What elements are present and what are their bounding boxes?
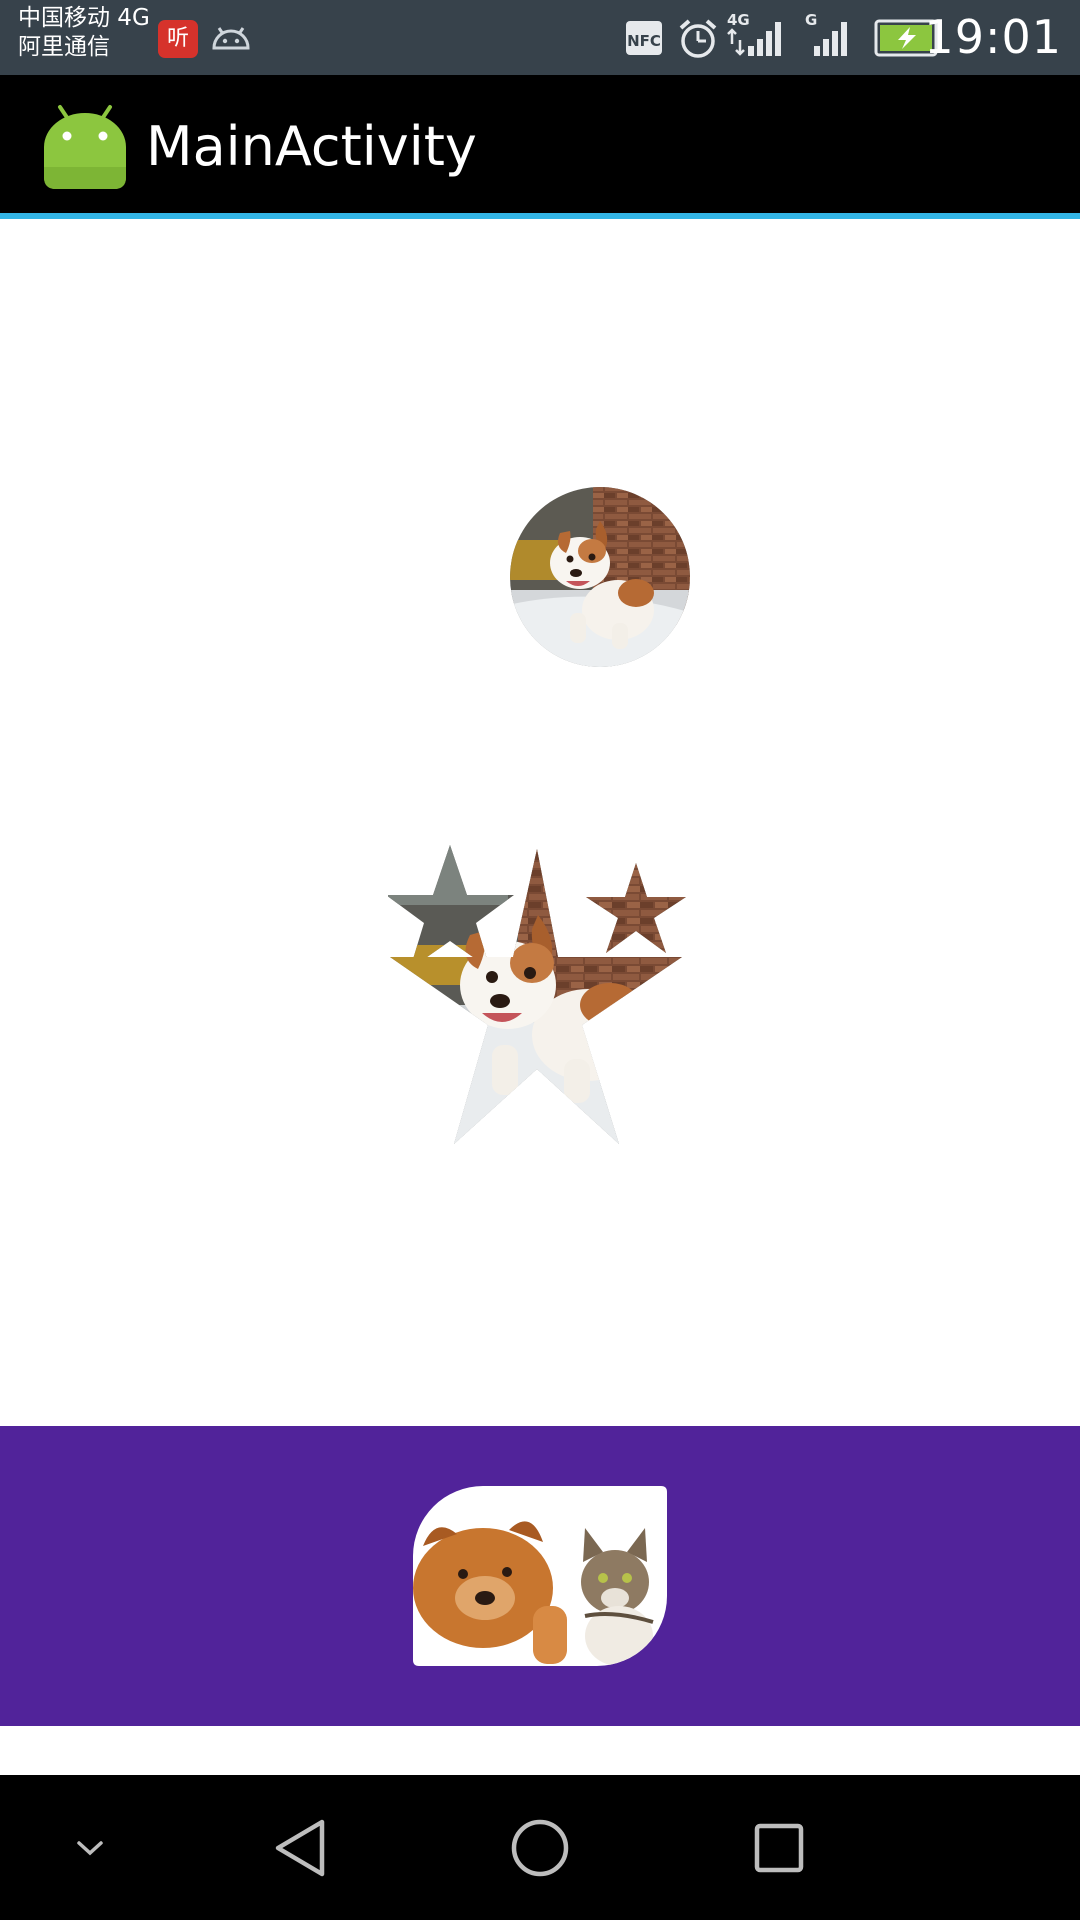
main-content — [0, 219, 1080, 1775]
hide-nav-button[interactable] — [30, 1775, 150, 1920]
nfc-icon: NFC — [626, 21, 662, 55]
hide-nav-icon — [77, 1840, 103, 1855]
back-icon — [275, 1819, 325, 1876]
carrier-line2: 阿里通信 — [18, 34, 110, 60]
back-button[interactable] — [240, 1775, 360, 1920]
recents-icon — [754, 1823, 804, 1872]
carrier-info: 中国移动 4G 阿里通信 — [18, 4, 150, 62]
carrier-line1: 中国移动 4G — [18, 5, 150, 31]
navigation-bar — [0, 1775, 1080, 1920]
signal-g-label: G — [805, 11, 817, 29]
ting-app-icon: 听 — [158, 20, 198, 58]
home-icon — [511, 1819, 569, 1876]
rounded-dog-cat-image — [413, 1486, 667, 1666]
android-debug-icon — [212, 27, 250, 50]
signal-4g-label: 4G — [727, 11, 750, 29]
android-launcher-icon — [44, 105, 126, 189]
page-title: MainActivity — [146, 115, 477, 178]
status-clock: 19:01 — [924, 10, 1062, 64]
star-puppy-image — [388, 845, 686, 1144]
action-bar: MainActivity — [0, 75, 1080, 215]
nfc-label: NFC — [627, 32, 661, 50]
home-button[interactable] — [480, 1775, 600, 1920]
signal-g-icon: G — [805, 11, 847, 56]
alarm-icon — [679, 19, 717, 58]
signal-4g-icon: 4G — [727, 11, 781, 56]
circle-puppy-image — [510, 487, 690, 667]
recents-button[interactable] — [719, 1775, 839, 1920]
status-bar: 中国移动 4G 阿里通信 听 NFC 4G G 19:01 — [0, 0, 1080, 75]
